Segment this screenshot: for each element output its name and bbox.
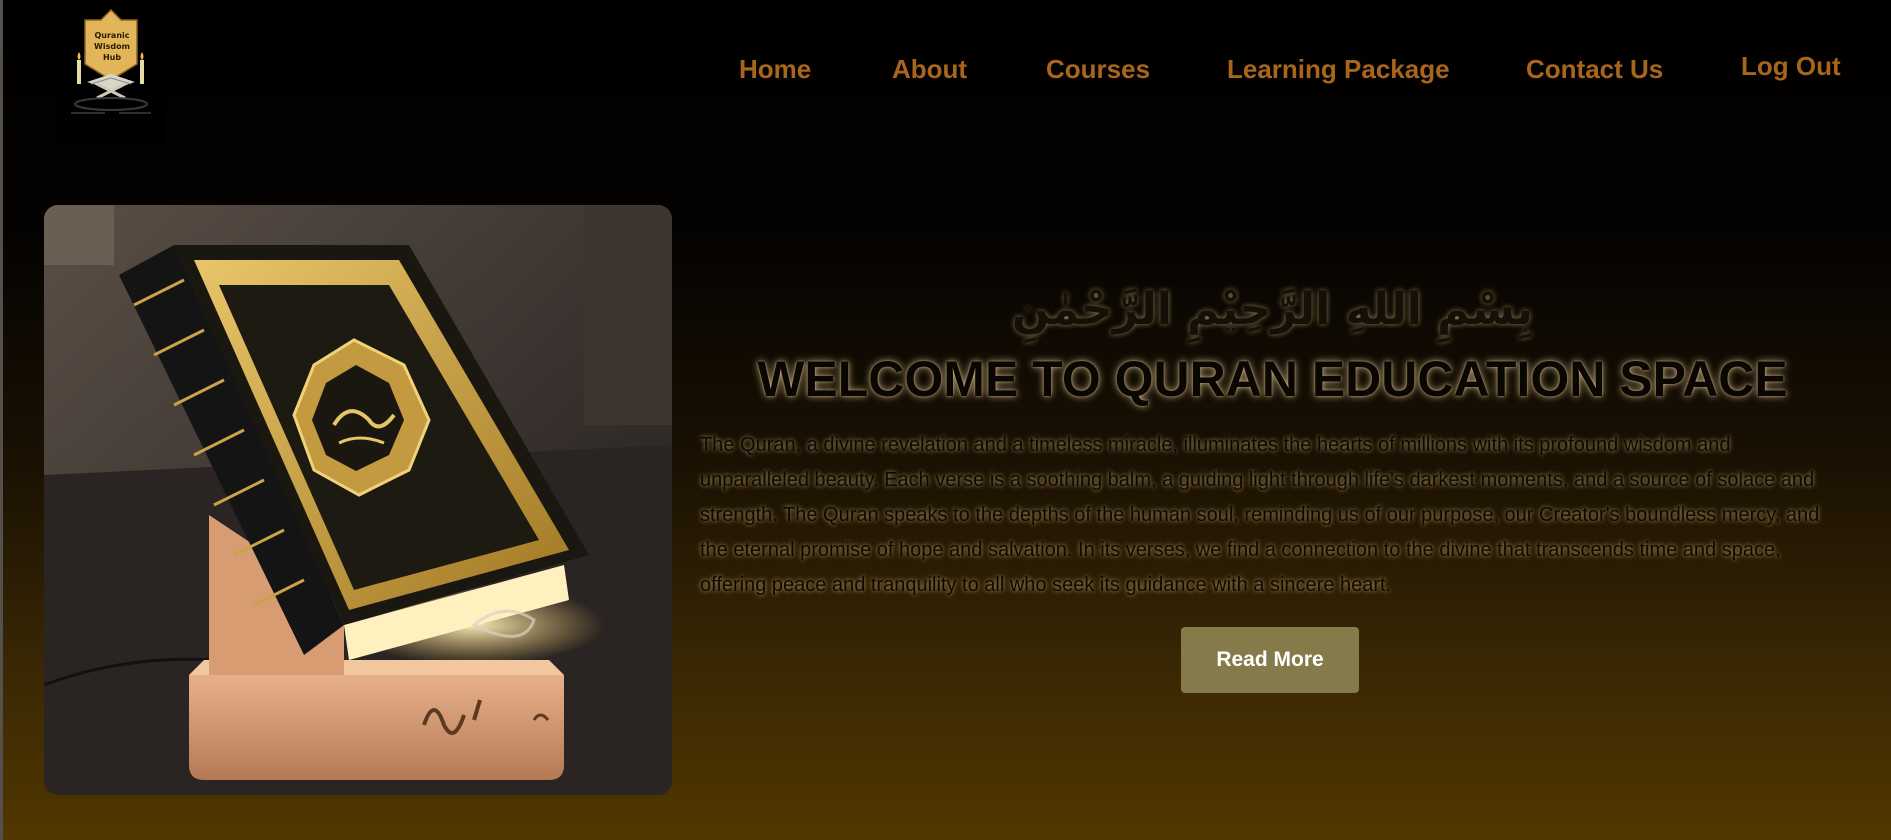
bismillah-heading: بِسْمِ اللهِ الرَّحِيْمِ الرَّحْمٰنِ bbox=[1012, 284, 1533, 335]
nav-learning-package[interactable]: Learning Package bbox=[1227, 54, 1450, 85]
nav-about[interactable]: About bbox=[892, 54, 967, 85]
hero-description: The Quran, a divine revelation and a tim… bbox=[700, 434, 1820, 596]
nav-home[interactable]: Home bbox=[739, 54, 811, 85]
read-more-button[interactable]: Read More bbox=[1181, 627, 1359, 693]
main-nav: Home About Courses Learning Package Cont… bbox=[0, 0, 1891, 140]
hero-title: WELCOME TO QURAN EDUCATION SPACE bbox=[757, 351, 1788, 407]
hero-quran-image bbox=[44, 205, 672, 795]
nav-contact-us[interactable]: Contact Us bbox=[1526, 54, 1663, 85]
nav-logout[interactable]: Log Out bbox=[1741, 51, 1841, 82]
nav-courses[interactable]: Courses bbox=[1046, 54, 1150, 85]
